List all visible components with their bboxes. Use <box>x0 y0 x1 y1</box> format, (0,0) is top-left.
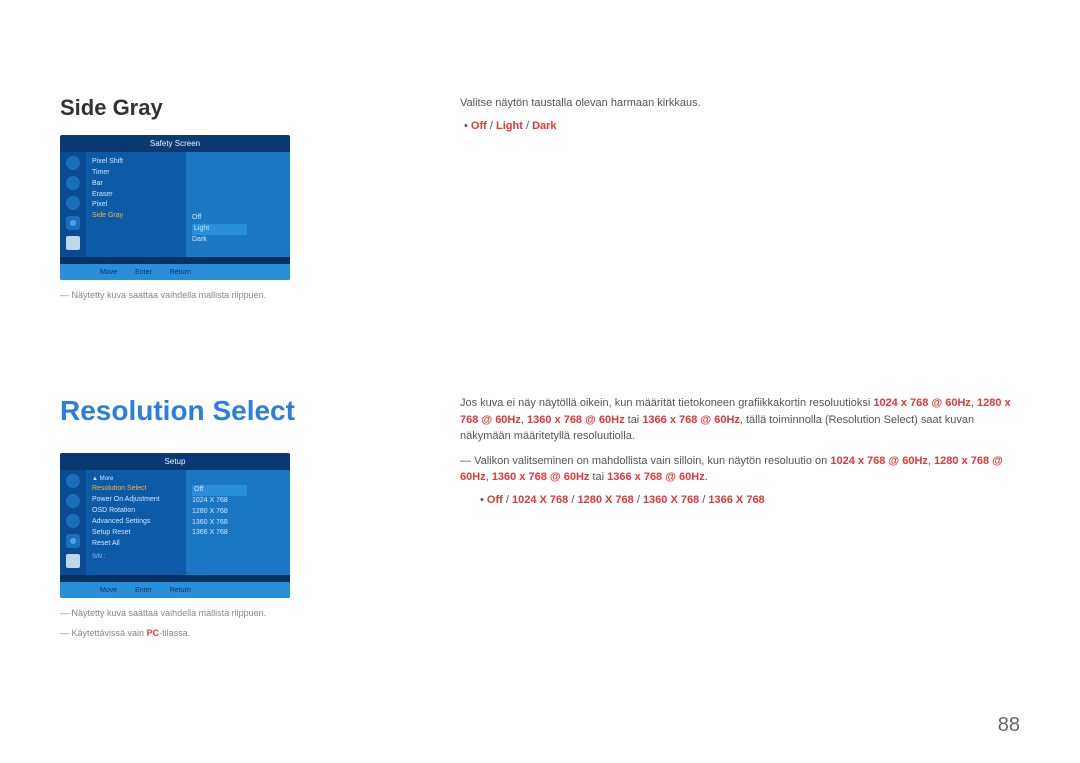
osd-menu-item: Pixel Shift <box>92 157 180 168</box>
osd-menu-item: Pixel <box>92 200 180 211</box>
osd-setup: Setup ▲ More Resolution Select Power On … <box>60 453 290 598</box>
osd-footer-move: Move <box>100 587 117 594</box>
osd-value-selected: Off <box>192 485 247 496</box>
osd-values-list: Off 1024 X 768 1280 X 768 1360 X 768 136… <box>186 470 290 575</box>
osd-menu-item: OSD Rotation <box>92 506 180 517</box>
side-gray-options: Off / Light / Dark <box>460 118 1020 135</box>
osd-footer-return: Return <box>170 269 191 276</box>
gear-icon <box>66 534 80 548</box>
osd-footer-enter: Enter <box>135 269 152 276</box>
osd-sn: S/N : <box>92 553 180 562</box>
osd-menu-list: Pixel Shift Timer Bar Eraser Pixel Side … <box>86 152 186 257</box>
osd-menu-item-active: Resolution Select <box>92 484 180 495</box>
osd-menu-item: Power On Adjustment <box>92 495 180 506</box>
osd-more: ▲ More <box>92 475 180 484</box>
osd-safety-screen: Safety Screen Pixel Shift Timer Bar Eras… <box>60 135 290 280</box>
osd-menu-item: Reset All <box>92 539 180 550</box>
osd-menu-item-active: Side Gray <box>92 211 180 222</box>
osd-value: 1024 X 768 <box>192 496 247 507</box>
osd-value: 1360 X 768 <box>192 518 247 529</box>
caption-disclaimer: Näytetty kuva saattaa vaihdella mallista… <box>60 608 360 618</box>
osd-title: Setup <box>60 453 290 470</box>
osd-menu-item: Timer <box>92 168 180 179</box>
monitor-icon <box>66 554 80 568</box>
osd-value: Off <box>192 213 247 224</box>
resolution-options: Off / 1024 X 768 / 1280 X 768 / 1360 X 7… <box>460 492 1020 509</box>
caption-pc-only: Käytettävissä vain PC-tilassa. <box>60 628 360 638</box>
side-gray-heading: Side Gray <box>60 95 360 121</box>
caption-disclaimer: Näytetty kuva saattaa vaihdella mallista… <box>60 290 360 300</box>
osd-value: Dark <box>192 235 247 246</box>
osd-menu-list: ▲ More Resolution Select Power On Adjust… <box>86 470 186 575</box>
tab-icon <box>66 514 80 528</box>
resolution-select-heading: Resolution Select <box>60 395 360 427</box>
tab-icon <box>66 196 80 210</box>
tab-icon <box>66 494 80 508</box>
monitor-icon <box>66 236 80 250</box>
osd-footer-move: Move <box>100 269 117 276</box>
page-number: 88 <box>998 714 1020 737</box>
side-gray-description: Valitse näytön taustalla olevan harmaan … <box>460 95 1020 112</box>
tab-icon <box>66 474 80 488</box>
osd-menu-item: Eraser <box>92 190 180 201</box>
osd-footer-return: Return <box>170 587 191 594</box>
osd-footer: Move Enter Return <box>60 582 290 598</box>
osd-title: Safety Screen <box>60 135 290 152</box>
osd-footer-enter: Enter <box>135 587 152 594</box>
osd-footer: Move Enter Return <box>60 264 290 280</box>
resolution-description: Jos kuva ei näy näytöllä oikein, kun mää… <box>460 395 1020 445</box>
osd-value: 1366 X 768 <box>192 528 247 539</box>
tab-icon <box>66 176 80 190</box>
resolution-note: Valikon valitseminen on mahdollista vain… <box>460 453 1020 486</box>
osd-values-list: Off Light Dark <box>186 152 290 257</box>
osd-sidebar-icons <box>60 152 86 257</box>
osd-menu-item: Advanced Settings <box>92 517 180 528</box>
osd-value: 1280 X 768 <box>192 507 247 518</box>
gear-icon <box>66 216 80 230</box>
osd-sidebar-icons <box>60 470 86 575</box>
osd-menu-item: Bar <box>92 179 180 190</box>
osd-value-selected: Light <box>192 224 247 235</box>
tab-icon <box>66 156 80 170</box>
osd-menu-item: Setup Reset <box>92 528 180 539</box>
